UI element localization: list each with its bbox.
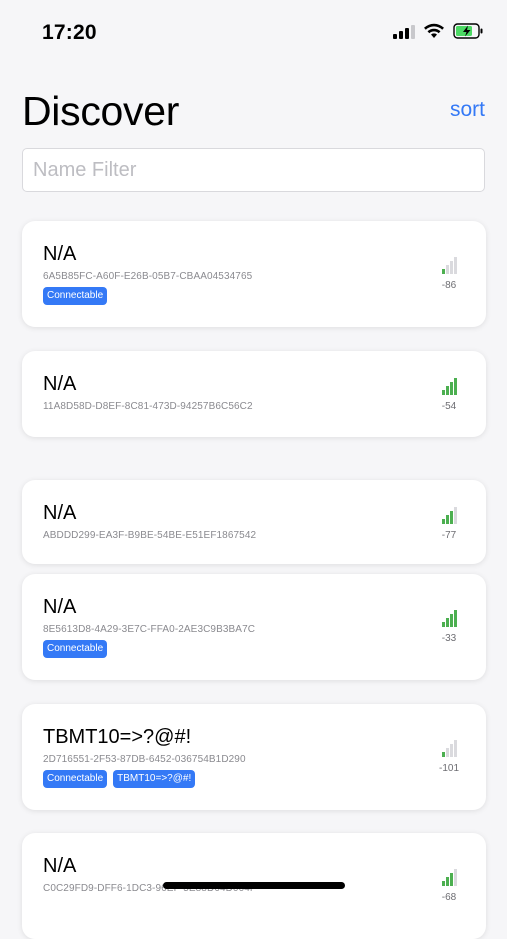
rssi-indicator: -54 — [434, 375, 464, 412]
rssi-indicator: -86 — [434, 254, 464, 291]
signal-strength-icon — [434, 375, 464, 395]
device-uuid: ABDDD299-EA3F-B9BE-54BE-E51EF1867542 — [43, 530, 257, 541]
signal-strength-icon — [434, 607, 464, 627]
home-indicator — [163, 882, 345, 889]
signal-strength-icon — [434, 504, 464, 524]
rssi-value: -101 — [438, 763, 459, 774]
signal-strength-icon — [434, 737, 464, 757]
rssi-value: -54 — [441, 401, 457, 412]
name-filter-input[interactable] — [23, 149, 484, 191]
rssi-value: -86 — [441, 280, 457, 291]
device-name: TBMT10=>?@#! — [43, 726, 192, 748]
device-uuid: 11A8D58D-D8EF-8C81-473D-94257B6C56C2 — [43, 401, 253, 412]
rssi-indicator: -68 — [434, 866, 464, 903]
status-bar: 17:20 — [0, 0, 507, 66]
device-card[interactable]: N/A 11A8D58D-D8EF-8C81-473D-94257B6C56C2 -… — [22, 351, 486, 437]
status-icons — [393, 23, 483, 39]
device-card[interactable]: N/A ABDDD299-EA3F-B9BE-54BE-E51EF1867542 -… — [22, 480, 486, 564]
signal-strength-icon — [434, 254, 464, 274]
device-badges: Connectable — [43, 640, 108, 658]
device-name: N/A — [43, 502, 77, 524]
rssi-value: -77 — [441, 530, 457, 541]
device-name: N/A — [43, 373, 77, 395]
rssi-indicator: -77 — [434, 504, 464, 541]
page-title: Discover — [22, 88, 180, 134]
connectable-badge: Connectable — [43, 287, 108, 305]
device-badges: Connectable TBMT10=>?@#! — [43, 770, 196, 788]
connectable-badge: Connectable — [43, 640, 108, 658]
wifi-icon — [424, 23, 444, 38]
device-uuid: 2D716551-2F53-87DB-6452-036754B1D290 — [43, 754, 246, 765]
cellular-signal-icon — [393, 23, 415, 39]
connectable-badge: Connectable — [43, 770, 108, 788]
device-card[interactable]: N/A 6A5B85FC-A60F-E26B-05B7-CBAA04534765 C… — [22, 221, 486, 327]
device-card[interactable]: TBMT10=>?@#! 2D716551-2F53-87DB-6452-0367… — [22, 704, 486, 810]
rssi-value: -33 — [441, 633, 457, 644]
device-card[interactable]: N/A 8E5613D8-4A29-3E7C-FFA0-2AE3C9B3BA7C C… — [22, 574, 486, 680]
name-filter-field[interactable] — [22, 148, 485, 192]
signal-strength-icon — [434, 866, 464, 886]
rssi-indicator: -101 — [434, 737, 464, 774]
rssi-indicator: -33 — [434, 607, 464, 644]
device-uuid: 8E5613D8-4A29-3E7C-FFA0-2AE3C9B3BA7C — [43, 624, 256, 635]
device-name-badge: TBMT10=>?@#! — [113, 770, 196, 788]
rssi-value: -68 — [441, 892, 457, 903]
device-name: N/A — [43, 596, 77, 618]
sort-button[interactable]: sort — [450, 98, 485, 122]
device-name: N/A — [43, 855, 77, 877]
battery-charging-icon — [453, 23, 483, 39]
device-badges: Connectable — [43, 287, 108, 305]
device-uuid: 6A5B85FC-A60F-E26B-05B7-CBAA04534765 — [43, 271, 253, 282]
status-time: 17:20 — [42, 21, 97, 44]
device-name: N/A — [43, 243, 77, 265]
header: Discover sort — [22, 88, 487, 138]
